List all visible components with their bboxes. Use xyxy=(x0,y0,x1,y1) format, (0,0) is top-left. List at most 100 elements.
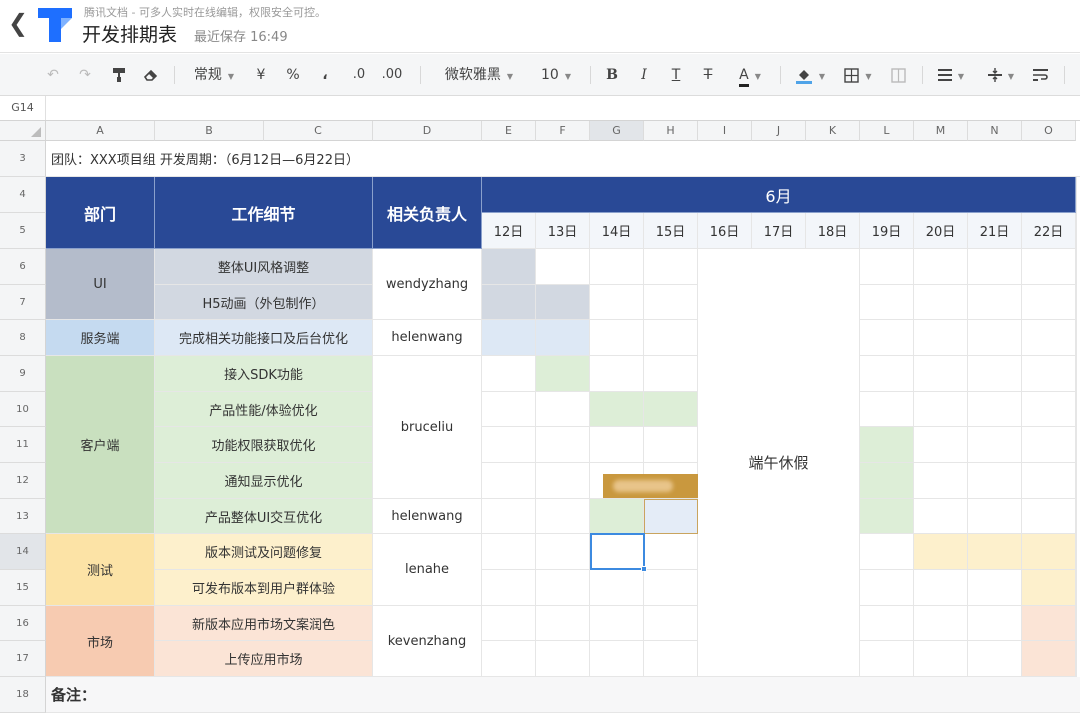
schedule-cell[interactable] xyxy=(968,320,1022,356)
underline-button[interactable]: T xyxy=(666,54,686,96)
schedule-cell[interactable] xyxy=(1022,356,1076,392)
font-color-button[interactable]: A ▼ xyxy=(730,54,770,96)
schedule-cell[interactable] xyxy=(536,392,590,427)
header-dept[interactable]: 部门 xyxy=(46,177,155,249)
task-cell[interactable]: H5动画（外包制作） xyxy=(155,285,373,320)
column-header-C[interactable]: C xyxy=(264,121,373,141)
schedule-cell[interactable] xyxy=(914,427,968,463)
align-left-icon[interactable]: ▼ xyxy=(932,54,970,96)
row-header-16[interactable]: 16 xyxy=(0,606,46,641)
schedule-cell[interactable] xyxy=(482,499,536,534)
schedule-cell[interactable] xyxy=(968,570,1022,606)
schedule-cell[interactable] xyxy=(644,285,698,320)
schedule-cell[interactable] xyxy=(644,249,698,285)
schedule-cell[interactable] xyxy=(590,392,644,427)
schedule-cell[interactable] xyxy=(914,641,968,677)
owner-cell[interactable]: kevenzhang xyxy=(373,606,482,677)
header-work-detail[interactable]: 工作细节 xyxy=(155,177,373,249)
schedule-cell[interactable] xyxy=(590,641,644,677)
column-header-M[interactable]: M xyxy=(914,121,968,141)
task-cell[interactable]: 整体UI风格调整 xyxy=(155,249,373,285)
header-month[interactable]: 6月 xyxy=(482,177,1076,213)
number-format-dropdown[interactable]: 常规 ▼ xyxy=(186,54,242,96)
schedule-cell[interactable] xyxy=(914,356,968,392)
merge-cells-icon[interactable] xyxy=(886,54,910,96)
schedule-cell[interactable] xyxy=(644,499,698,534)
schedule-cell[interactable] xyxy=(914,285,968,320)
schedule-cell[interactable] xyxy=(590,427,644,463)
schedule-cell[interactable] xyxy=(590,499,644,534)
row-header-14[interactable]: 14 xyxy=(0,534,46,570)
schedule-cell[interactable] xyxy=(644,392,698,427)
schedule-cell[interactable] xyxy=(536,356,590,392)
schedule-cell[interactable] xyxy=(914,463,968,499)
schedule-cell[interactable] xyxy=(914,570,968,606)
task-cell[interactable]: 完成相关功能接口及后台优化 xyxy=(155,320,373,356)
day-header-20[interactable]: 20日 xyxy=(914,213,968,249)
day-header-16[interactable]: 16日 xyxy=(698,213,752,249)
schedule-cell[interactable] xyxy=(860,356,914,392)
schedule-cell[interactable] xyxy=(536,641,590,677)
schedule-cell[interactable] xyxy=(482,320,536,356)
schedule-cell[interactable] xyxy=(590,356,644,392)
owner-cell[interactable]: lenahe xyxy=(373,534,482,606)
schedule-cell[interactable] xyxy=(482,356,536,392)
row-header-13[interactable]: 13 xyxy=(0,499,46,534)
schedule-cell[interactable] xyxy=(860,285,914,320)
schedule-cell[interactable] xyxy=(860,320,914,356)
column-header-L[interactable]: L xyxy=(860,121,914,141)
schedule-cell[interactable] xyxy=(1022,534,1076,570)
schedule-cell[interactable] xyxy=(860,534,914,570)
document-title[interactable]: 开发排期表 xyxy=(82,20,177,47)
team-info-cell[interactable]: 团队：XXX项目组 开发周期：（6月12日—6月22日） xyxy=(46,141,1080,177)
dept-cell-market[interactable]: 市场 xyxy=(46,606,155,677)
schedule-cell[interactable] xyxy=(482,427,536,463)
day-header-22[interactable]: 22日 xyxy=(1022,213,1076,249)
schedule-cell[interactable] xyxy=(968,249,1022,285)
schedule-cell[interactable] xyxy=(1022,463,1076,499)
column-header-A[interactable]: A xyxy=(46,121,155,141)
schedule-cell[interactable] xyxy=(644,427,698,463)
formula-input[interactable] xyxy=(47,96,1077,120)
task-cell[interactable]: 上传应用市场 xyxy=(155,641,373,677)
schedule-cell[interactable] xyxy=(536,320,590,356)
schedule-cell[interactable] xyxy=(1022,392,1076,427)
row-header-8[interactable]: 8 xyxy=(0,320,46,356)
increase-decimal-button[interactable]: .00 xyxy=(378,54,406,96)
schedule-cell[interactable] xyxy=(968,499,1022,534)
schedule-cell[interactable] xyxy=(1022,641,1076,677)
row-header-9[interactable]: 9 xyxy=(0,356,46,392)
row-header-11[interactable]: 11 xyxy=(0,427,46,463)
schedule-cell[interactable] xyxy=(860,249,914,285)
day-header-17[interactable]: 17日 xyxy=(752,213,806,249)
column-header-G[interactable]: G xyxy=(590,121,644,141)
task-cell[interactable]: 新版本应用市场文案润色 xyxy=(155,606,373,641)
schedule-cell[interactable] xyxy=(914,249,968,285)
column-header-K[interactable]: K xyxy=(806,121,860,141)
task-cell[interactable]: 通知显示优化 xyxy=(155,463,373,499)
schedule-cell[interactable] xyxy=(968,641,1022,677)
day-header-14[interactable]: 14日 xyxy=(590,213,644,249)
schedule-cell[interactable] xyxy=(968,606,1022,641)
row-header-4[interactable]: 4 xyxy=(0,177,46,213)
fill-color-icon[interactable]: ▼ xyxy=(790,54,830,96)
schedule-cell[interactable] xyxy=(968,356,1022,392)
schedule-cell[interactable] xyxy=(968,534,1022,570)
notes-cell[interactable]: 备注： xyxy=(46,677,1080,713)
row-header-12[interactable]: 12 xyxy=(0,463,46,499)
column-header-E[interactable]: E xyxy=(482,121,536,141)
schedule-cell[interactable] xyxy=(914,320,968,356)
back-arrow-icon[interactable]: ❮ xyxy=(8,10,28,36)
schedule-cell[interactable] xyxy=(644,641,698,677)
task-cell[interactable]: 版本测试及问题修复 xyxy=(155,534,373,570)
row-header-10[interactable]: 10 xyxy=(0,392,46,427)
column-header-O[interactable]: O xyxy=(1022,121,1076,141)
strikethrough-button[interactable]: T xyxy=(698,54,718,96)
font-family-dropdown[interactable]: 微软雅黑 ▼ xyxy=(436,54,522,96)
cell-reference[interactable]: G14 xyxy=(0,96,46,120)
schedule-cell[interactable] xyxy=(1022,606,1076,641)
schedule-cell[interactable] xyxy=(644,320,698,356)
schedule-cell[interactable] xyxy=(482,641,536,677)
row-header-7[interactable]: 7 xyxy=(0,285,46,320)
eraser-icon[interactable] xyxy=(140,54,162,96)
